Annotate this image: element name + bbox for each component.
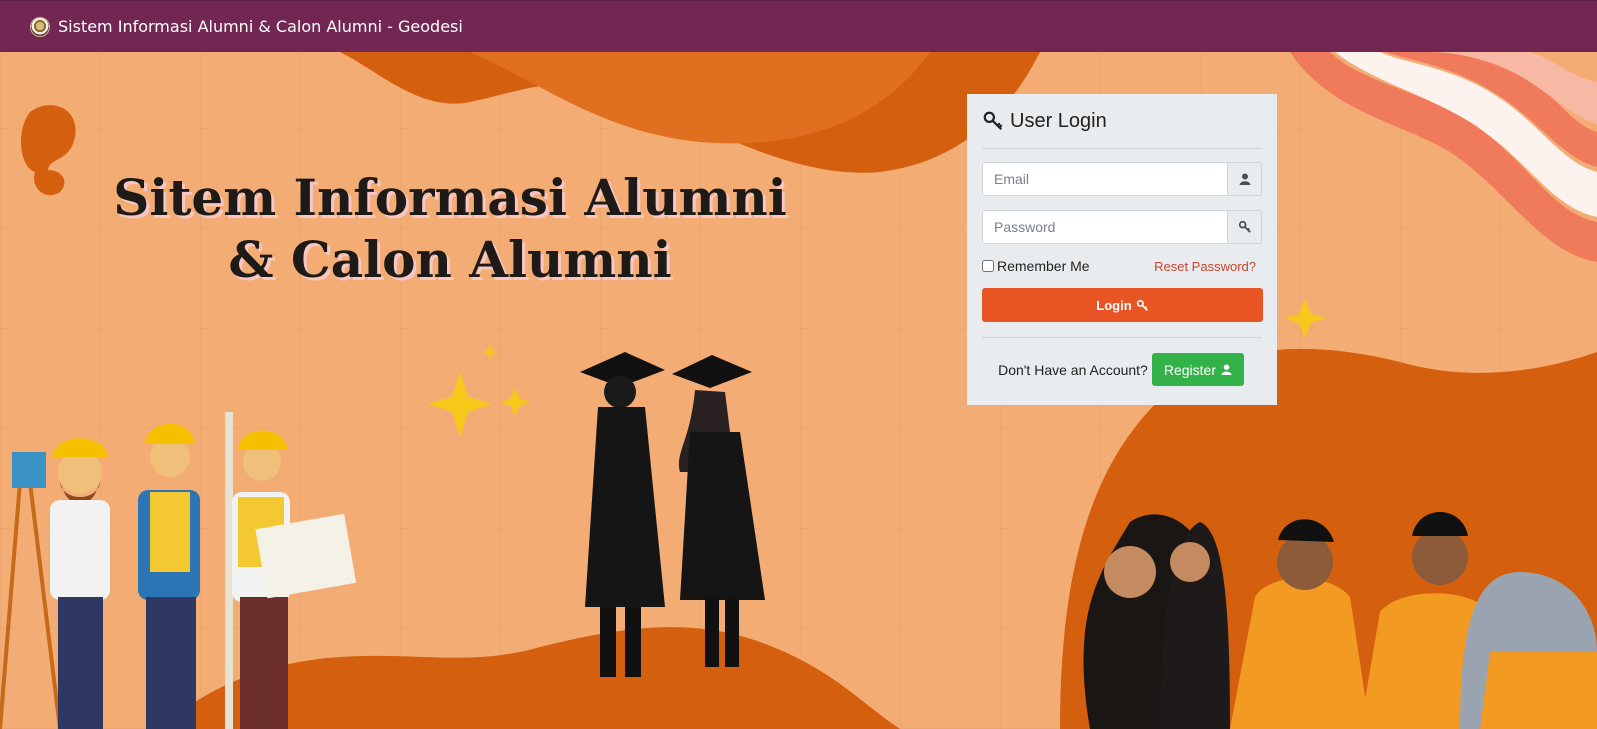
divider	[982, 337, 1262, 338]
register-button-label: Register	[1163, 361, 1216, 378]
login-panel: User Login Remember Me Reset Password? L…	[967, 94, 1277, 405]
remember-me-checkbox[interactable]	[982, 260, 994, 272]
hero-banner: Sitem Informasi Alumni & Calon Alumni	[0, 52, 1597, 729]
hero-title-line-1: Sitem Informasi Alumni	[113, 168, 787, 227]
remember-me[interactable]: Remember Me	[982, 258, 1090, 274]
key-icon	[1136, 299, 1148, 311]
reset-password-link[interactable]: Reset Password?	[1154, 259, 1256, 274]
hero-title: Sitem Informasi Alumni & Calon Alumni	[60, 167, 840, 291]
divider	[982, 148, 1262, 149]
remember-row: Remember Me Reset Password?	[982, 256, 1262, 276]
password-input[interactable]	[982, 210, 1227, 244]
user-icon	[1221, 364, 1232, 375]
login-button-label: Login	[1096, 297, 1132, 313]
register-button[interactable]: Register	[1151, 353, 1244, 386]
key-icon	[983, 111, 1003, 131]
register-prompt: Don't Have an Account?	[998, 361, 1148, 378]
hero-illustration	[0, 52, 1597, 729]
top-navbar: Sistem Informasi Alumni & Calon Alumni -…	[0, 0, 1597, 52]
app-title[interactable]: Sistem Informasi Alumni & Calon Alumni -…	[58, 17, 463, 36]
login-header: User Login	[982, 108, 1262, 134]
key-icon	[1227, 210, 1262, 244]
email-input-group	[982, 162, 1262, 196]
register-row: Don't Have an Account? Register	[982, 353, 1262, 386]
user-icon	[1227, 162, 1262, 196]
login-title: User Login	[1010, 109, 1107, 132]
password-input-group	[982, 210, 1262, 244]
remember-me-label: Remember Me	[997, 258, 1090, 274]
hero-title-line-2: & Calon Alumni	[228, 230, 672, 289]
login-button[interactable]: Login	[982, 288, 1263, 322]
email-input[interactable]	[982, 162, 1227, 196]
university-seal-icon[interactable]	[30, 16, 50, 37]
